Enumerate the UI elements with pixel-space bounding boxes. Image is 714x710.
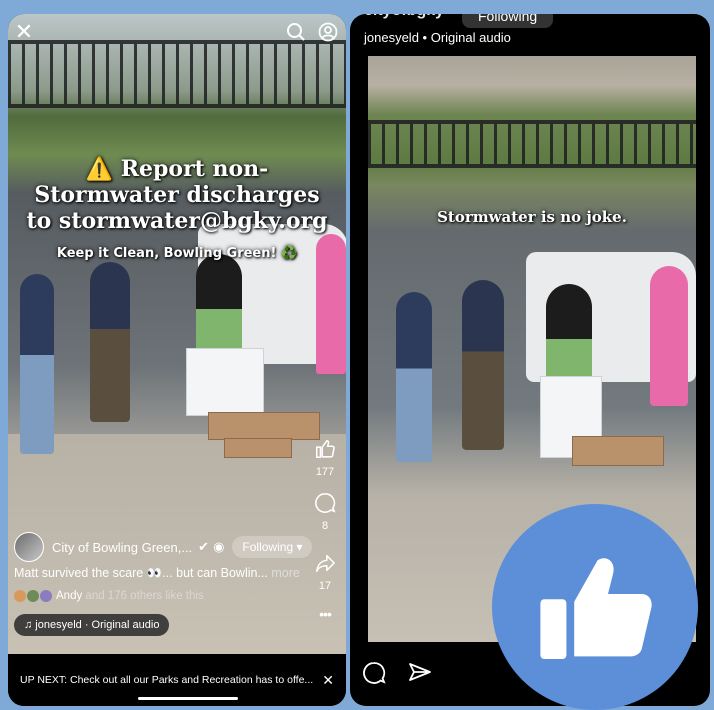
like-action[interactable]: 177 <box>310 438 340 478</box>
like-icon <box>310 438 340 466</box>
comment-count: 8 <box>321 520 329 532</box>
more-options-icon[interactable]: ••• <box>310 606 340 622</box>
likes-rest: and 176 others like this <box>85 590 204 602</box>
fence <box>8 40 346 108</box>
channel-row: City of Bowling Green,... ✔ ◉ Following … <box>14 532 313 562</box>
share-count: 17 <box>318 580 332 592</box>
audio-subline[interactable]: jonesyeld • Original audio <box>364 30 511 45</box>
video-subline: Keep it Clean, Bowling Green! ♻️ <box>56 246 298 261</box>
right-following-button[interactable]: Following <box>462 14 554 28</box>
liker-avatar-3 <box>40 590 52 602</box>
channel-avatar[interactable] <box>14 532 44 562</box>
send-icon[interactable] <box>408 661 432 691</box>
right-person-right <box>650 266 688 406</box>
video-headline: ⚠️ Report non-Stormwater discharges to s… <box>26 156 328 234</box>
cardboard-1 <box>208 412 320 440</box>
audio-pill[interactable]: ♫ jonesyeld · Original audio <box>14 614 170 636</box>
right-person-left <box>396 292 432 462</box>
verified-icon: ✔ <box>198 539 210 554</box>
white-box <box>186 348 264 416</box>
liker-avatar-2 <box>27 590 39 602</box>
profile-icon[interactable] <box>316 20 340 44</box>
cardboard-2 <box>224 438 292 458</box>
right-cardboard <box>572 436 664 466</box>
home-indicator <box>138 697 238 700</box>
up-next-text: UP NEXT: Check out all our Parks and Rec… <box>20 674 314 686</box>
thumbs-up-icon <box>540 558 652 659</box>
close-icon[interactable]: ✕ <box>12 19 36 44</box>
comment-action[interactable]: 8 <box>310 492 340 532</box>
caption-more-link[interactable]: more <box>271 566 299 580</box>
right-fence <box>368 120 696 168</box>
like-count: 177 <box>315 466 335 478</box>
search-icon[interactable] <box>284 20 308 44</box>
person-left <box>20 274 54 454</box>
following-label: Following <box>242 540 294 554</box>
liker-name: Andy <box>56 590 83 602</box>
likes-row[interactable]: Andy and 176 others like this <box>14 590 204 602</box>
liker-avatar-1 <box>14 590 26 602</box>
account-title[interactable]: cityofbgky <box>364 14 444 20</box>
comment-icon-right[interactable] <box>362 661 386 691</box>
share-icon <box>310 552 340 580</box>
following-button[interactable]: Following ▾ <box>232 536 313 558</box>
thumbs-up-badge[interactable] <box>492 504 698 710</box>
caption[interactable]: Matt survived the scare 👀... but can Bow… <box>14 566 300 581</box>
right-person-center <box>462 280 504 450</box>
channel-name[interactable]: City of Bowling Green,... <box>52 540 192 555</box>
person-center <box>90 262 130 422</box>
share-action[interactable]: 17 <box>310 552 340 592</box>
right-overlay-text: Stormwater is no joke. <box>437 208 627 226</box>
left-phone: ⚠️ Report non-Stormwater discharges to s… <box>8 14 346 706</box>
comment-icon <box>310 492 340 520</box>
up-next-close-icon[interactable]: ✕ <box>322 672 334 689</box>
globe-icon: ◉ <box>213 539 225 554</box>
caption-text: Matt survived the scare 👀... but can Bow… <box>14 566 268 580</box>
